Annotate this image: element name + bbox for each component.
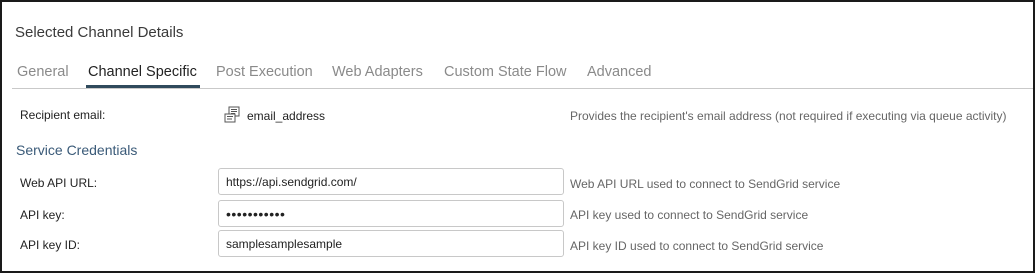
api-key-id-label: API key ID: <box>20 238 81 252</box>
active-tab-indicator <box>86 85 200 88</box>
web-api-url-input[interactable] <box>218 168 564 195</box>
tab-post-execution[interactable]: Post Execution <box>216 64 313 86</box>
channel-details-panel: Selected Channel Details General Channel… <box>0 0 1035 273</box>
recipient-email-description: Provides the recipient's email address (… <box>570 109 1007 123</box>
tab-web-adapters[interactable]: Web Adapters <box>332 64 423 86</box>
variable-icon[interactable] <box>224 106 241 123</box>
panel-title: Selected Channel Details <box>15 24 184 41</box>
web-api-url-description: Web API URL used to connect to SendGrid … <box>570 177 841 191</box>
recipient-email-label: Recipient email: <box>20 108 106 122</box>
tab-bar-divider <box>12 88 1033 89</box>
tab-bar: General Channel Specific Post Execution … <box>2 64 1033 89</box>
tab-channel-specific[interactable]: Channel Specific <box>88 64 197 86</box>
api-key-description: API key used to connect to SendGrid serv… <box>570 208 809 222</box>
api-key-input[interactable] <box>218 200 564 227</box>
service-credentials-heading: Service Credentials <box>16 142 138 158</box>
api-key-id-input[interactable] <box>218 230 564 257</box>
tab-general[interactable]: General <box>17 64 69 86</box>
recipient-email-value[interactable]: email_address <box>247 109 325 123</box>
web-api-url-label: Web API URL: <box>20 176 98 190</box>
tab-custom-state-flow[interactable]: Custom State Flow <box>444 64 567 86</box>
api-key-id-description: API key ID used to connect to SendGrid s… <box>570 239 824 253</box>
tab-advanced[interactable]: Advanced <box>587 64 652 86</box>
api-key-label: API key: <box>20 208 65 222</box>
